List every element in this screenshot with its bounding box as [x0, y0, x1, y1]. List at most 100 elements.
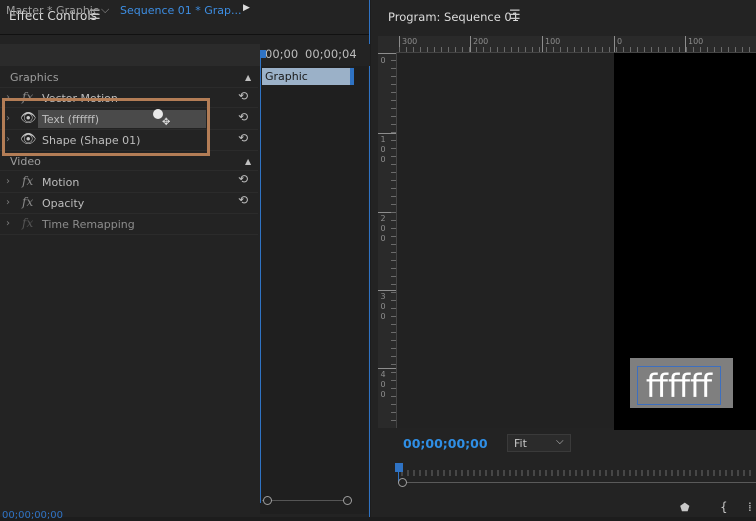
source-row: [0, 44, 260, 66]
ruler-minor-tick: [391, 204, 396, 205]
fx-icon[interactable]: fx: [22, 174, 33, 188]
ruler-label: 1: [380, 135, 386, 144]
text-graphic-content[interactable]: ffffff: [637, 366, 721, 405]
annotation-highlight-box: [2, 98, 210, 156]
fx-icon[interactable]: fx: [22, 195, 33, 209]
playhead-icon[interactable]: [260, 50, 266, 58]
ruler-label: 300: [402, 37, 418, 46]
ruler-minor-tick: [539, 47, 540, 52]
collapse-up-icon[interactable]: ▲: [245, 73, 251, 82]
ruler-minor-tick: [735, 47, 736, 52]
ruler-minor-tick: [391, 164, 396, 165]
effect-motion[interactable]: Motion: [42, 176, 79, 189]
ruler-minor-tick: [391, 292, 396, 293]
reset-icon[interactable]: ⟲: [238, 131, 248, 145]
twisty-icon[interactable]: ›: [6, 218, 10, 229]
reset-icon[interactable]: ⟲: [238, 193, 248, 207]
program-title[interactable]: Program: Sequence 01: [388, 10, 519, 24]
ruler-minor-tick: [546, 47, 547, 52]
ruler-minor-tick: [391, 404, 396, 405]
zoom-select-value: Fit: [514, 437, 527, 450]
ruler-minor-tick: [391, 276, 396, 277]
ruler-minor-tick: [391, 356, 396, 357]
ruler-minor-tick: [658, 47, 659, 52]
scroll-handle-right[interactable]: [343, 496, 352, 505]
ruler-label: 0: [380, 312, 386, 321]
step-button[interactable]: ⁞: [748, 500, 752, 514]
ruler-minor-tick: [672, 47, 673, 52]
reset-icon[interactable]: ⟲: [238, 110, 248, 124]
ruler-label: 0: [380, 390, 386, 399]
effect-timeline-area[interactable]: [260, 44, 368, 514]
ruler-minor-tick: [391, 300, 396, 301]
scroll-handle-left[interactable]: [398, 478, 407, 487]
ruler-minor-tick: [391, 60, 396, 61]
ruler-minor-tick: [693, 47, 694, 52]
ruler-minor-tick: [581, 47, 582, 52]
ruler-minor-tick: [665, 47, 666, 52]
effect-controls-timecode[interactable]: 00;00;00;00: [2, 510, 63, 521]
ruler-minor-tick: [623, 47, 624, 52]
ruler-minor-tick: [391, 180, 396, 181]
ruler-label: 100: [688, 37, 704, 46]
ruler-minor-tick: [455, 47, 456, 52]
effect-time-remapping[interactable]: Time Remapping: [42, 218, 135, 231]
ruler-tick: [378, 133, 396, 134]
ruler-minor-tick: [427, 47, 428, 52]
add-marker-button[interactable]: ⬟: [680, 501, 690, 514]
zoom-select[interactable]: Fit ⌵: [507, 434, 571, 452]
ruler-minor-tick: [391, 412, 396, 413]
row-divider: [0, 192, 258, 193]
ruler-minor-tick: [511, 47, 512, 52]
section-graphics-label: Graphics: [10, 71, 59, 84]
twisty-icon[interactable]: ›: [6, 197, 10, 208]
ruler-minor-tick: [391, 284, 396, 285]
scroll-handle-left[interactable]: [263, 496, 272, 505]
chevron-down-icon[interactable]: ⌵: [101, 3, 109, 17]
ruler-minor-tick: [742, 47, 743, 52]
ruler-minor-tick: [391, 76, 396, 77]
reset-icon[interactable]: ⟲: [238, 89, 248, 103]
timeline-scrollbar[interactable]: [262, 500, 352, 501]
ruler-minor-tick: [391, 84, 396, 85]
fx-icon[interactable]: fx: [22, 216, 33, 230]
program-time-ruler[interactable]: [398, 466, 756, 480]
ruler-minor-tick: [749, 47, 750, 52]
program-timecode[interactable]: 00;00;00;00: [403, 436, 488, 451]
ruler-label: 0: [380, 145, 386, 154]
graphic-clip[interactable]: Graphic: [262, 68, 354, 85]
effect-opacity[interactable]: Opacity: [42, 197, 84, 210]
ruler-minor-tick: [490, 47, 491, 52]
ruler-label: 200: [473, 37, 489, 46]
ruler-minor-tick: [420, 47, 421, 52]
ruler-minor-tick: [391, 68, 396, 69]
reset-icon[interactable]: ⟲: [238, 172, 248, 186]
twisty-icon[interactable]: ›: [6, 176, 10, 187]
ruler-minor-tick: [630, 47, 631, 52]
ruler-minor-tick: [391, 228, 396, 229]
ruler-tick: [542, 36, 543, 52]
play-triangle-icon[interactable]: ▶: [243, 3, 250, 13]
program-scrollbar[interactable]: [398, 482, 756, 483]
row-divider: [0, 234, 258, 235]
ruler-minor-tick: [609, 47, 610, 52]
ruler-tick: [378, 53, 396, 54]
sequence-clip-label[interactable]: Sequence 01 * Grap...: [120, 4, 242, 17]
ruler-label: 0: [617, 37, 623, 46]
ruler-minor-tick: [391, 252, 396, 253]
panel-menu-icon[interactable]: ☰: [509, 8, 521, 23]
row-divider: [0, 170, 258, 171]
ruler-minor-tick: [391, 396, 396, 397]
ruler-minor-tick: [560, 47, 561, 52]
ruler-minor-tick: [391, 212, 396, 213]
ruler-minor-tick: [504, 47, 505, 52]
row-divider: [0, 213, 258, 214]
playhead-icon[interactable]: [395, 463, 403, 472]
mark-in-button[interactable]: {: [720, 500, 728, 514]
ruler-label: 100: [545, 37, 561, 46]
collapse-up-icon[interactable]: ▲: [245, 157, 251, 166]
ruler-minor-tick: [391, 372, 396, 373]
master-clip-label[interactable]: Master * Graphic: [6, 4, 99, 17]
ruler-minor-tick: [391, 188, 396, 189]
ruler-minor-tick: [391, 388, 396, 389]
